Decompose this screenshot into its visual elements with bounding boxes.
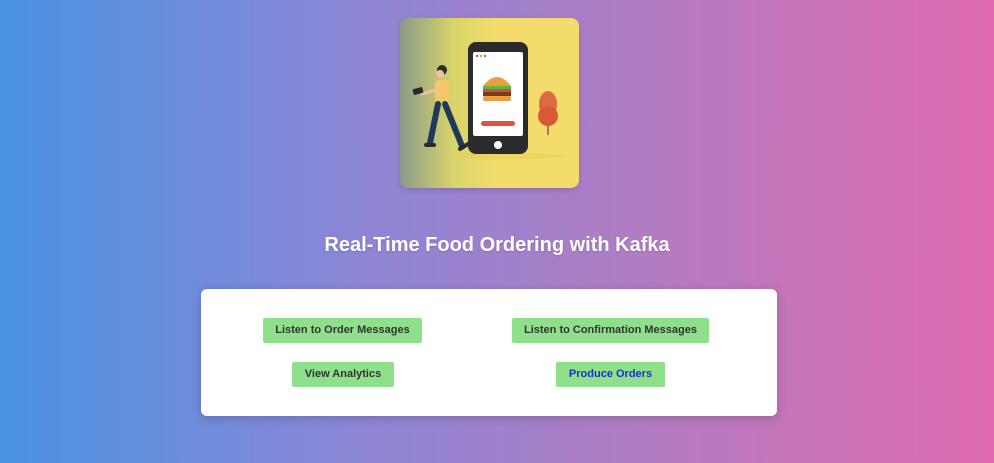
actions-panel: Listen to Order Messages Listen to Confi… [201,289,777,416]
produce-orders-button[interactable]: Produce Orders [556,362,665,387]
hero-illustration [400,18,579,188]
page-title: Real-Time Food Ordering with Kafka [324,234,670,256]
food-order-illustration [412,42,565,159]
listen-order-messages-button[interactable]: Listen to Order Messages [263,318,422,343]
view-analytics-button[interactable]: View Analytics [292,362,394,387]
listen-confirmation-messages-button[interactable]: Listen to Confirmation Messages [512,318,709,343]
